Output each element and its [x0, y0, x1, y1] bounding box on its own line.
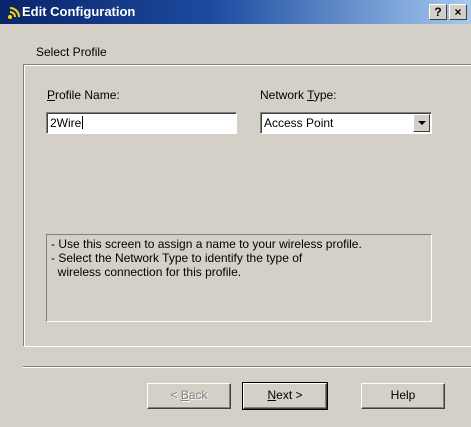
- group-title: Select Profile: [34, 45, 109, 59]
- button-separator: [23, 366, 471, 368]
- info-line: - Select the Network Type to identify th…: [51, 251, 303, 265]
- close-button[interactable]: ×: [449, 4, 467, 20]
- wireless-signal-icon: [8, 7, 20, 19]
- window-title: Edit Configuration: [22, 4, 136, 19]
- network-type-value: Access Point: [264, 116, 334, 130]
- info-panel: - Use this screen to assign a name to yo…: [46, 234, 432, 322]
- title-help-button[interactable]: ?: [429, 4, 447, 20]
- title-bar[interactable]: Edit Configuration ? ×: [0, 0, 471, 24]
- text-caret: [82, 116, 84, 129]
- profile-name-label: Profile Name:: [47, 88, 120, 102]
- profile-name-input[interactable]: 2Wire: [46, 112, 237, 134]
- next-button[interactable]: Next >: [242, 382, 328, 410]
- info-line: wireless connection for this profile.: [51, 265, 242, 279]
- chevron-down-icon[interactable]: [413, 114, 430, 132]
- back-button[interactable]: < Back: [147, 383, 231, 409]
- info-line: - Use this screen to assign a name to yo…: [51, 237, 362, 251]
- help-button[interactable]: Help: [361, 383, 445, 409]
- network-type-label: Network Type:: [260, 88, 337, 102]
- network-type-select[interactable]: Access Point: [260, 112, 432, 134]
